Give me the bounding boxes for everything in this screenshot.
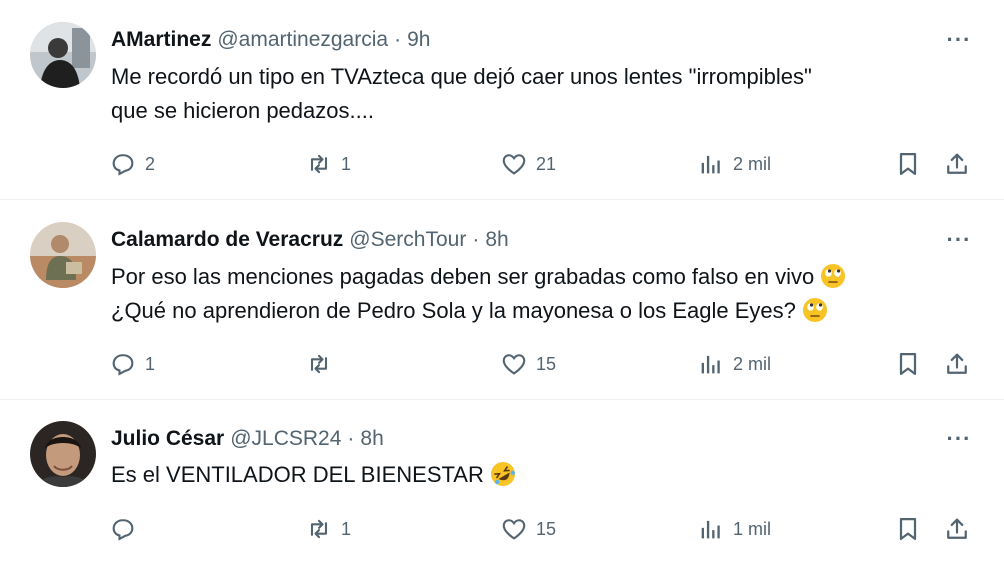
user-handle[interactable]: @SerchTour — [349, 226, 466, 254]
retweet-button[interactable]: 1 — [305, 146, 351, 182]
reply-button[interactable] — [109, 511, 145, 547]
views-count: 1 mil — [733, 518, 772, 539]
tweet-text-line: Por eso las menciones pagadas deben ser … — [111, 260, 971, 294]
tweet[interactable]: AMartinez @amartinezgarcia · 9h ··· Me r… — [0, 0, 1004, 197]
user-handle[interactable]: @JLCSR24 — [230, 425, 341, 453]
separator-dot: · — [347, 427, 355, 450]
reply-button[interactable]: 2 — [109, 146, 155, 182]
tweet-text-line: que se hicieron pedazos.... — [111, 98, 374, 123]
share-icon — [943, 350, 971, 378]
reply-icon — [109, 515, 137, 543]
separator-dot: · — [394, 28, 402, 51]
rolling-eyes-emoji-icon — [820, 263, 846, 289]
more-icon: ··· — [946, 426, 972, 451]
analytics-icon — [697, 350, 725, 378]
display-name[interactable]: Julio César — [111, 425, 224, 453]
tweet-text-line: ¿Qué no aprendieron de Pedro Sola y la m… — [111, 294, 971, 328]
retweet-icon — [305, 350, 333, 378]
more-icon: ··· — [946, 227, 972, 252]
action-bar: 1 15 1 mil — [0, 511, 1004, 547]
reply-count: 2 — [145, 153, 156, 174]
tweet-header: Julio César @JLCSR24 · 8h — [111, 425, 384, 453]
tweet[interactable]: Calamardo de Veracruz @SerchTour · 8h ··… — [0, 200, 1004, 398]
separator-dot: · — [472, 228, 480, 251]
tweet-text-line: Es el VENTILADOR DEL BIENESTAR — [111, 458, 971, 492]
tweet-text: Por eso las menciones pagadas deben ser … — [111, 260, 971, 328]
share-icon — [943, 150, 971, 178]
rofl-emoji-icon — [490, 461, 516, 487]
share-icon — [943, 515, 971, 543]
more-options-button[interactable]: ··· — [942, 227, 976, 252]
analytics-icon — [697, 150, 725, 178]
display-name[interactable]: AMartinez — [111, 26, 211, 54]
reply-count: 1 — [145, 353, 156, 374]
bookmark-button[interactable] — [894, 146, 922, 182]
tweet-text-segment: Es el VENTILADOR DEL BIENESTAR — [111, 462, 484, 487]
views-count: 2 mil — [733, 153, 772, 174]
user-handle[interactable]: @amartinezgarcia — [217, 26, 388, 54]
like-count: 15 — [536, 518, 557, 539]
tweet-text-segment: Por eso las menciones pagadas deben ser … — [111, 264, 815, 289]
retweet-count: 1 — [341, 153, 352, 174]
tweet-text: Es el VENTILADOR DEL BIENESTAR — [111, 458, 971, 492]
heart-icon — [500, 150, 528, 178]
like-button[interactable]: 15 — [500, 511, 556, 547]
bookmark-icon — [894, 350, 922, 378]
tweet-text-line: Me recordó un tipo en TVAzteca que dejó … — [111, 64, 812, 89]
views-button[interactable]: 2 mil — [697, 146, 771, 182]
avatar[interactable] — [30, 22, 96, 88]
reply-icon — [109, 350, 137, 378]
bookmark-icon — [894, 150, 922, 178]
avatar[interactable] — [30, 222, 96, 288]
timestamp[interactable]: 8h — [485, 226, 508, 254]
action-bar: 1 15 2 mil — [0, 346, 1004, 382]
reply-feed: AMartinez @amartinezgarcia · 9h ··· Me r… — [0, 0, 1004, 565]
more-options-button[interactable]: ··· — [942, 27, 976, 52]
retweet-icon — [305, 150, 333, 178]
bookmark-icon — [894, 515, 922, 543]
retweet-icon — [305, 515, 333, 543]
views-button[interactable]: 1 mil — [697, 511, 771, 547]
like-count: 21 — [536, 153, 557, 174]
tweet-text-segment: ¿Qué no aprendieron de Pedro Sola y la m… — [111, 298, 796, 323]
bookmark-button[interactable] — [894, 346, 922, 382]
analytics-icon — [697, 515, 725, 543]
retweet-count: 1 — [341, 518, 352, 539]
rolling-eyes-emoji-icon — [802, 297, 828, 323]
like-button[interactable]: 15 — [500, 346, 556, 382]
timestamp[interactable]: 9h — [407, 26, 430, 54]
timestamp[interactable]: 8h — [360, 425, 383, 453]
retweet-button[interactable]: 1 — [305, 511, 351, 547]
heart-icon — [500, 350, 528, 378]
action-bar: 2 1 21 2 mil — [0, 146, 1004, 182]
display-name[interactable]: Calamardo de Veracruz — [111, 226, 343, 254]
more-options-button[interactable]: ··· — [942, 426, 976, 451]
share-button[interactable] — [943, 146, 971, 182]
tweet-header: Calamardo de Veracruz @SerchTour · 8h — [111, 226, 509, 254]
tweet-text: Me recordó un tipo en TVAzteca que dejó … — [111, 60, 971, 128]
like-button[interactable]: 21 — [500, 146, 556, 182]
share-button[interactable] — [943, 346, 971, 382]
views-count: 2 mil — [733, 353, 772, 374]
heart-icon — [500, 515, 528, 543]
like-count: 15 — [536, 353, 557, 374]
views-button[interactable]: 2 mil — [697, 346, 771, 382]
retweet-button[interactable] — [305, 346, 341, 382]
reply-icon — [109, 150, 137, 178]
bookmark-button[interactable] — [894, 511, 922, 547]
reply-button[interactable]: 1 — [109, 346, 155, 382]
more-icon: ··· — [946, 27, 972, 52]
share-button[interactable] — [943, 511, 971, 547]
tweet-header: AMartinez @amartinezgarcia · 9h — [111, 26, 430, 54]
avatar[interactable] — [30, 421, 96, 487]
tweet[interactable]: Julio César @JLCSR24 · 8h ··· Es el VENT… — [0, 400, 1004, 565]
